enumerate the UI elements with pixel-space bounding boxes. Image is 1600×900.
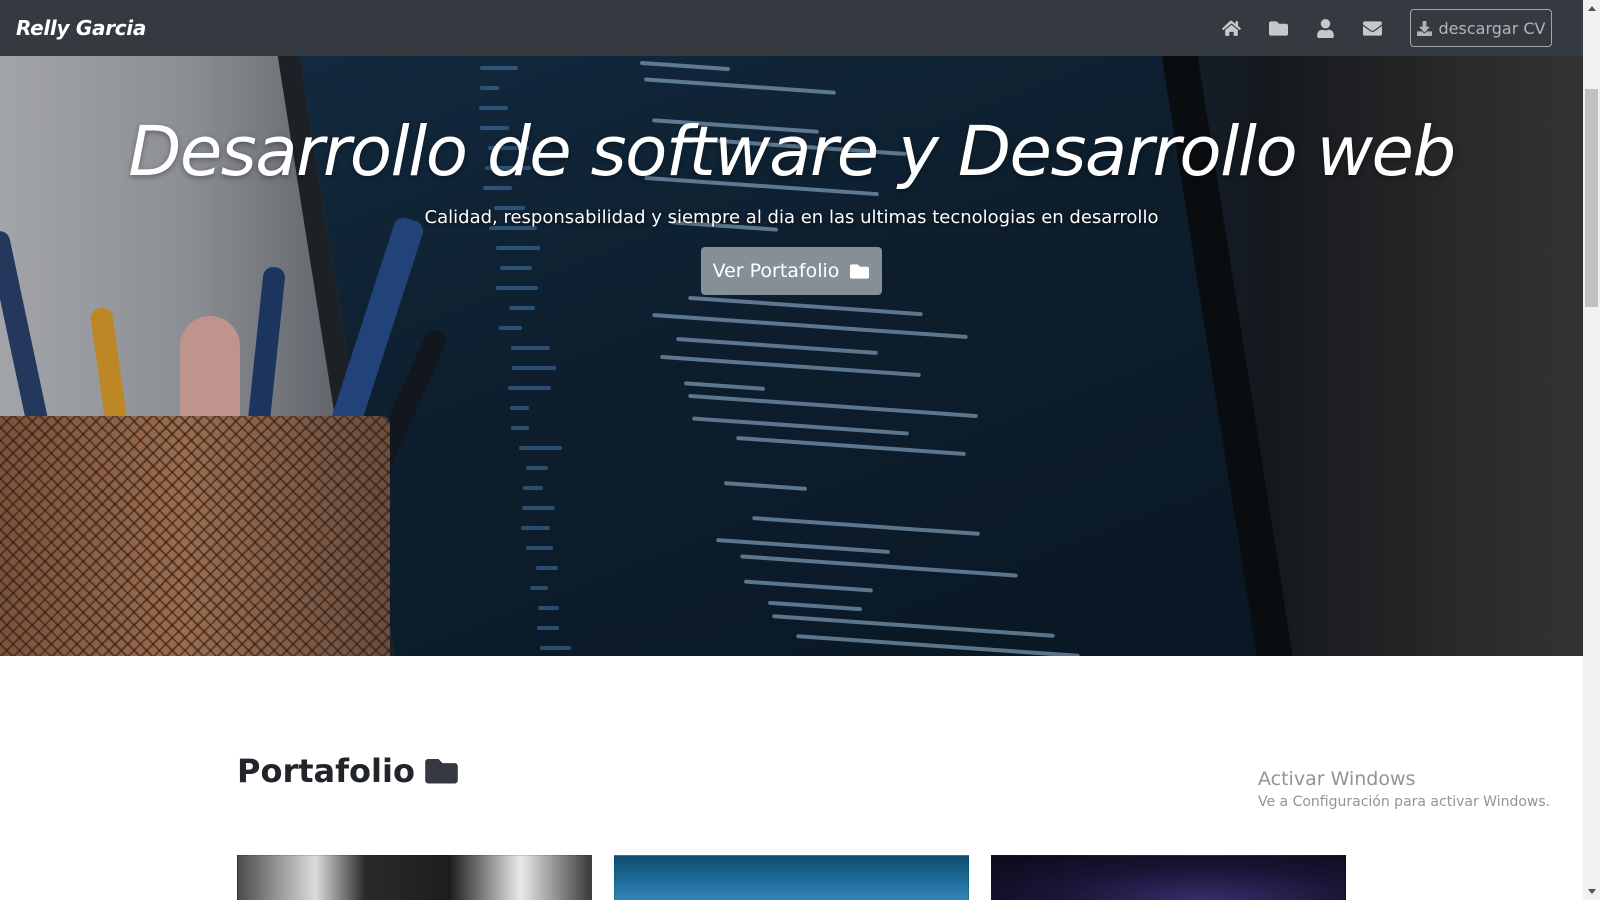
user-icon xyxy=(1317,18,1334,38)
envelope-icon xyxy=(1363,20,1382,36)
hero-title: Desarrollo de software y Desarrollo web xyxy=(128,112,1456,192)
arrow-down-icon xyxy=(1587,889,1596,894)
nav-home-link[interactable] xyxy=(1208,8,1255,48)
arrow-up-icon xyxy=(1587,6,1596,11)
view-portfolio-label: Ver Portafolio xyxy=(712,260,840,282)
view-portfolio-button[interactable]: Ver Portafolio xyxy=(701,247,882,295)
scroll-up-button[interactable] xyxy=(1583,0,1600,17)
nav-about-link[interactable] xyxy=(1302,8,1349,48)
home-icon xyxy=(1222,20,1241,36)
portfolio-card-2[interactable] xyxy=(614,855,969,900)
windows-activation-watermark: Activar Windows Ve a Configuración para … xyxy=(1258,768,1550,810)
page-scrollbar[interactable] xyxy=(1583,0,1600,900)
folder-icon xyxy=(425,759,458,784)
download-icon xyxy=(1416,20,1432,36)
folder-icon xyxy=(850,263,870,279)
brand-link[interactable]: Relly Garcia xyxy=(16,16,146,40)
folder-icon xyxy=(1269,20,1288,36)
watermark-subtitle: Ve a Configuración para activar Windows. xyxy=(1258,794,1551,810)
portfolio-card-1[interactable] xyxy=(237,855,592,900)
watermark-title: Activar Windows xyxy=(1258,768,1416,790)
hero-subtitle: Calidad, responsabilidad y siempre al di… xyxy=(424,207,1159,228)
download-cv-label: descargar CV xyxy=(1438,18,1546,38)
nav-contact-link[interactable] xyxy=(1349,8,1396,48)
portfolio-title-text: Portafolio xyxy=(237,752,415,790)
scroll-down-button[interactable] xyxy=(1583,883,1600,900)
portfolio-title: Portafolio xyxy=(237,752,458,790)
download-cv-button[interactable]: descargar CV xyxy=(1410,9,1552,47)
portfolio-card-3[interactable] xyxy=(991,855,1346,900)
hero-section: Desarrollo de software y Desarrollo web … xyxy=(0,56,1583,656)
nav-portfolio-link[interactable] xyxy=(1255,8,1302,48)
navbar: Relly Garcia descargar CV xyxy=(0,0,1583,56)
nav-links: descargar CV xyxy=(1208,8,1567,48)
scrollbar-thumb[interactable] xyxy=(1585,89,1598,307)
